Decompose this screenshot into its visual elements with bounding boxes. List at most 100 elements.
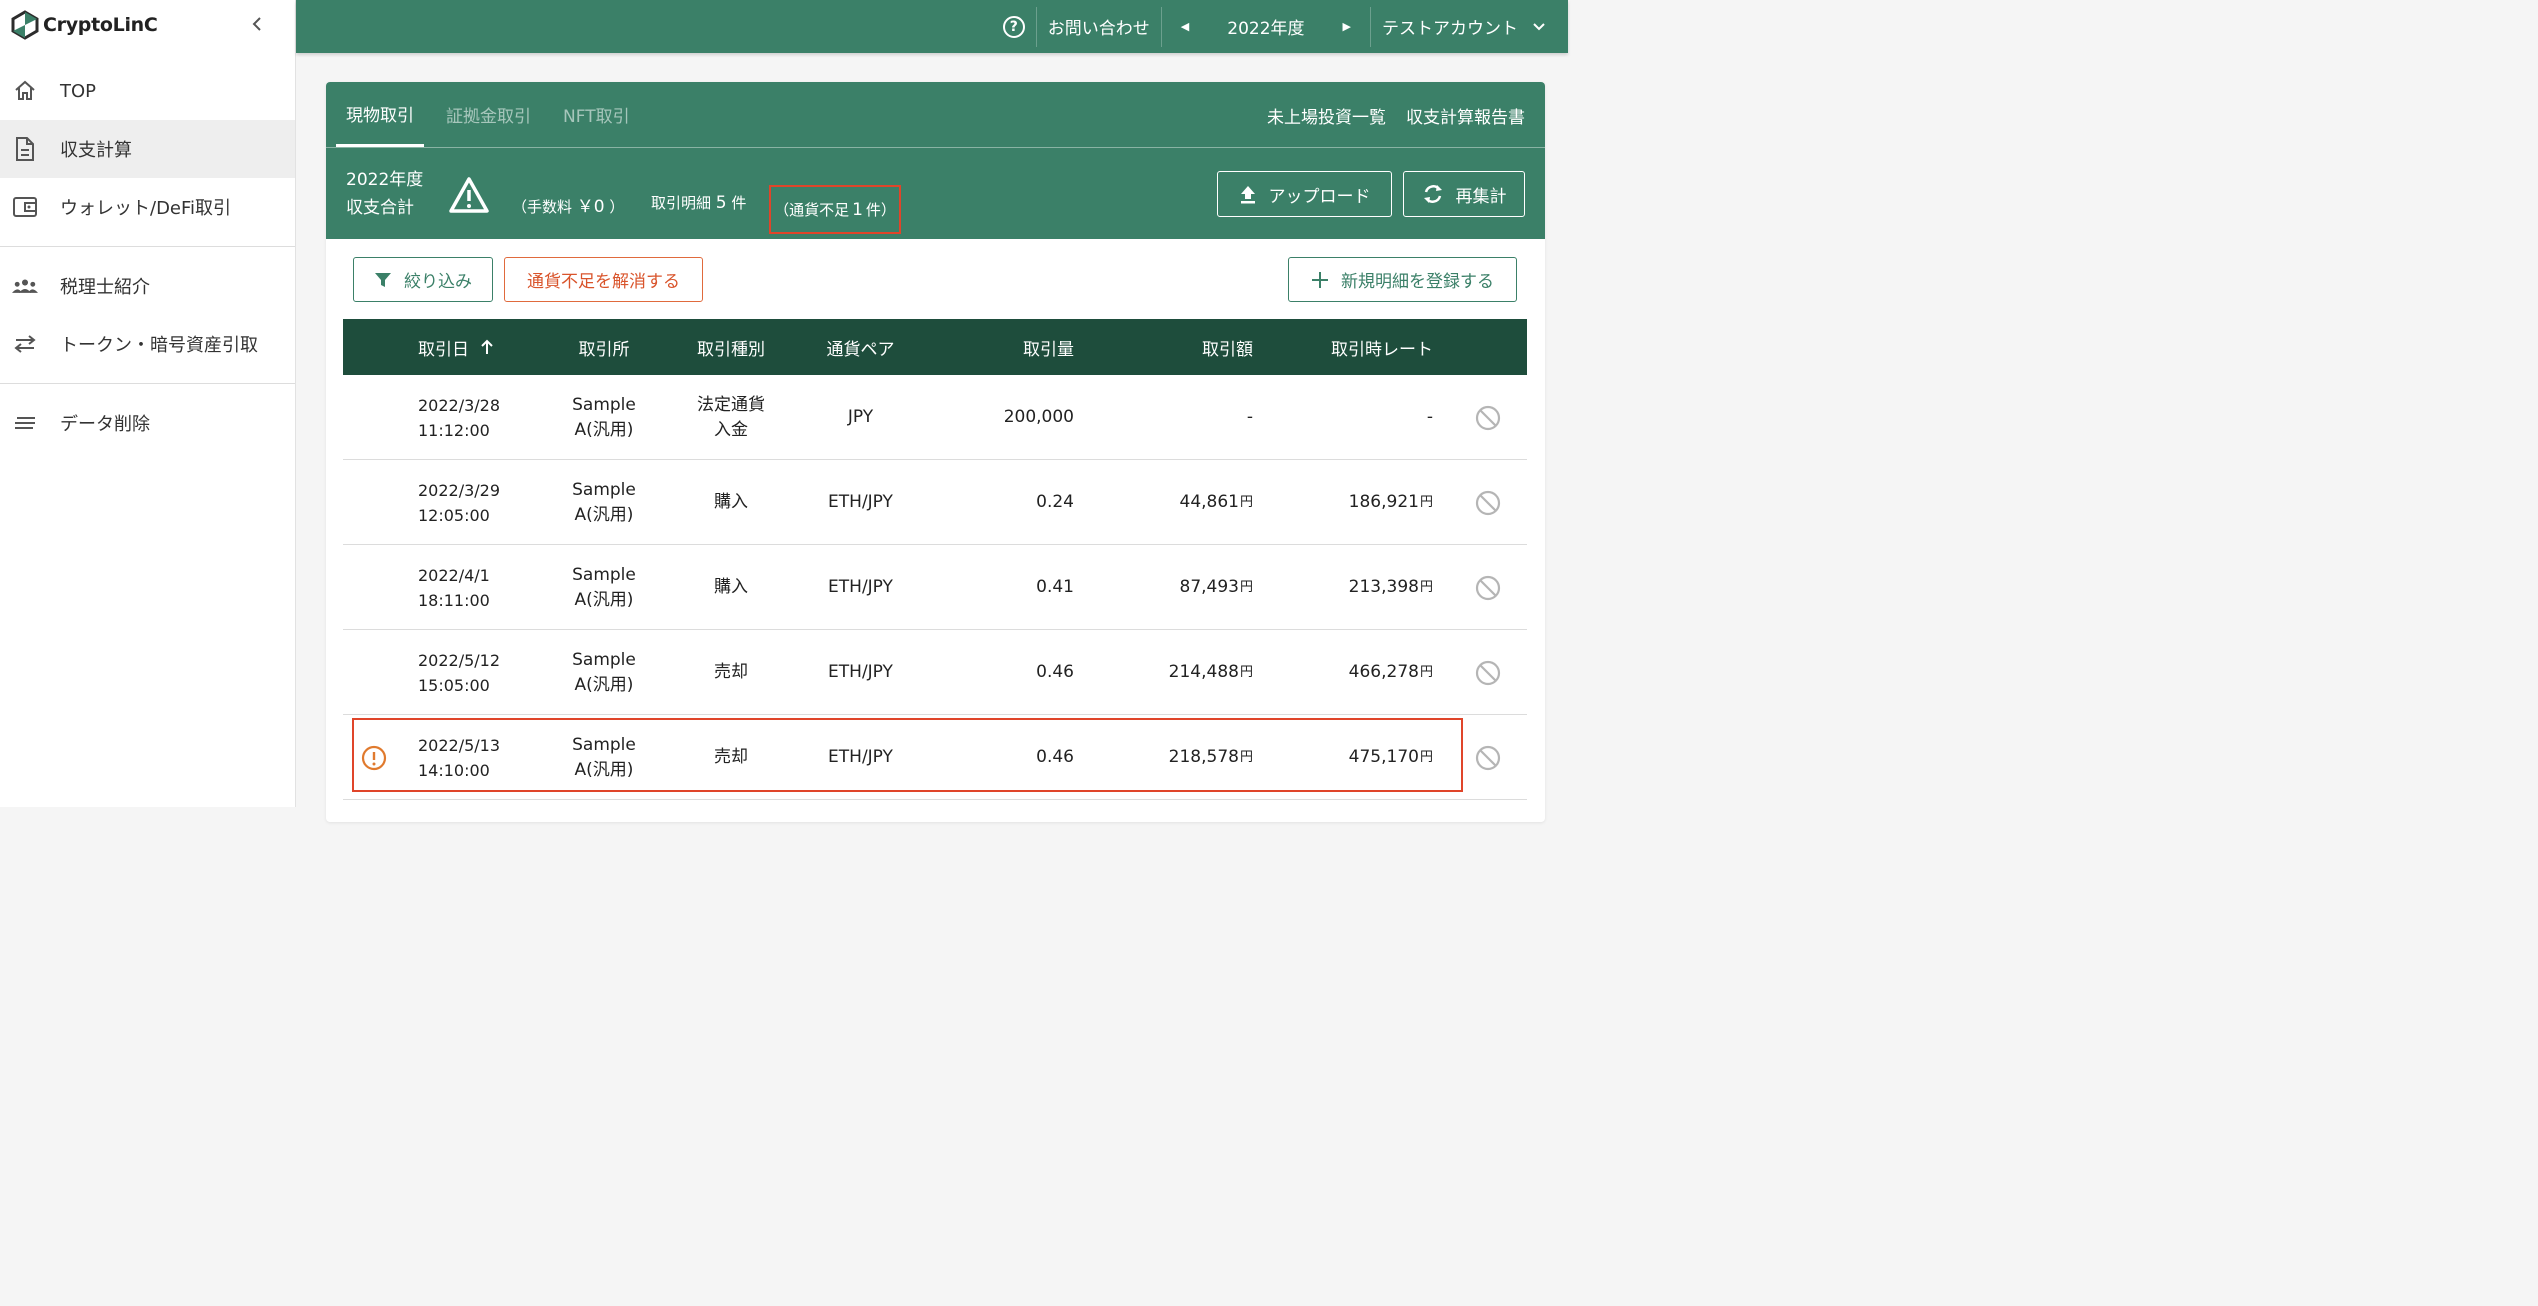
exchange-cell: Sample A(汎用) [572,479,636,525]
pair-cell: ETH/JPY [828,577,893,597]
pair-cell: ETH/JPY [828,492,893,512]
exchange-cell: Sample A(汎用) [572,734,636,780]
value-cell: - [1246,407,1253,427]
prohibited-icon [1475,490,1501,515]
amount-cell: 0.46 [1036,662,1074,682]
table-row[interactable]: 2022/5/12 15:05:00 Sample A(汎用) 売却 ETH/JPY… [343,630,1527,715]
table-row[interactable]: 2022/3/29 12:05:00 Sample A(汎用) 購入 ETH/JPY… [343,460,1527,545]
table-row[interactable]: 2022/3/28 11:12:00 Sample A(汎用) 法定通貨 入金 JPY… [343,375,1527,460]
people-icon [12,273,38,299]
wallet-icon [12,194,38,220]
fee-value: ￥0 [576,197,605,217]
sidebar-item-wallet[interactable]: ウォレット/DeFi取引 [0,178,295,236]
count-label: 取引明細 [651,194,712,212]
sidebar-item-tax-advisor[interactable]: 税理士紹介 [0,257,295,315]
date-cell: 2022/3/29 12:05:00 [418,480,501,525]
table-row[interactable]: 2022/4/1 18:11:00 Sample A(汎用) 購入 ETH/JPY … [343,545,1527,630]
sidebar-item-pl-calc[interactable]: 収支計算 [0,120,295,178]
type-cell: 売却 [714,747,748,767]
unlisted-investments-link[interactable]: 未上場投資一覧 [1267,103,1386,128]
add-transaction-button[interactable]: 新規明細を登録する [1288,257,1517,302]
count-value: 5 [715,193,727,213]
type-cell: 購入 [714,492,748,512]
count-unit: 件 [731,194,747,212]
tab-nft[interactable]: NFT取引 [553,82,640,147]
column-header-rate: 取引時レート [1331,339,1433,360]
tab-margin[interactable]: 証拠金取引 [436,82,541,147]
type-cell: 法定通貨 入金 [697,394,765,440]
sidebar-item-token-takeover[interactable]: トークン・暗号資産引取 [0,315,295,373]
type-cell: 購入 [714,577,748,597]
tab-spot[interactable]: 現物取引 [336,82,424,147]
exclude-button[interactable] [1473,545,1503,630]
transactions-card: 現物取引 証拠金取引 NFT取引 未上場投資一覧 収支計算報告書 2022年度 … [326,82,1545,822]
pair-cell: ETH/JPY [828,747,893,767]
fee-suffix: ） [609,198,625,216]
prohibited-icon [1475,745,1501,770]
sort-arrow-up-icon [481,339,493,354]
exclude-button[interactable] [1473,460,1503,545]
recalculate-button[interactable]: 再集計 [1403,171,1525,217]
amount-cell: 0.46 [1036,747,1074,767]
sidebar-item-label: ウォレット/DeFi取引 [60,198,232,219]
amount-cell: 200,000 [1003,407,1074,427]
value-cell: 87,493 円 [1179,577,1254,597]
prohibited-icon [1475,575,1501,600]
amount-cell: 0.24 [1036,492,1074,512]
contact-label: お問い合わせ [1047,19,1150,39]
value-cell: 214,488 円 [1168,662,1253,682]
column-header-date[interactable]: 取引日 [418,319,495,375]
recalc-label: 再集計 [1455,186,1507,207]
exchange-cell: Sample A(汎用) [572,394,636,440]
resolve-shortage-button[interactable]: 通貨不足を解消する [504,257,703,302]
rate-cell: - [1426,407,1433,427]
tab-bar: 現物取引 証拠金取引 NFT取引 未上場投資一覧 収支計算報告書 [326,82,1545,148]
upload-button[interactable]: アップロード [1217,171,1392,217]
exclude-button[interactable] [1473,375,1503,460]
column-header-type: 取引種別 [697,339,765,360]
sidebar: CryptoLinC TOP 収支計算 ウォレット/DeFi取引 税理士紹介 ト… [0,0,296,807]
sidebar-divider [0,383,295,384]
sidebar-item-data-delete[interactable]: データ削除 [0,394,295,452]
summary-title: 収支合計 [346,198,414,218]
account-menu[interactable]: テストアカウント [1371,0,1568,53]
account-name: テストアカウント [1382,19,1518,39]
caret-left-icon[interactable]: ◀ [1173,20,1197,33]
currency-shortage-badge[interactable]: （通貨不足 1 件） [769,185,901,234]
exchange-cell: Sample A(汎用) [572,649,636,695]
pair-cell: JPY [847,407,874,427]
contact-link[interactable]: ? お問い合わせ [992,0,1161,53]
value-cell: 218,578 円 [1168,747,1253,767]
home-icon [12,78,38,104]
sidebar-item-top[interactable]: TOP [0,62,295,120]
year-label: 2022年度 [1227,19,1305,39]
refresh-icon [1422,183,1444,205]
rate-cell: 186,921 円 [1348,492,1433,512]
resolve-label: 通貨不足を解消する [527,272,680,292]
exclude-button[interactable] [1473,715,1503,800]
sidebar-item-label: トークン・暗号資産引取 [60,335,258,356]
caret-right-icon[interactable]: ▶ [1335,20,1359,33]
help-icon: ? [1002,15,1025,38]
logo-mark-icon [11,10,39,40]
header-label: 取引日 [418,339,469,360]
pl-report-link[interactable]: 収支計算報告書 [1406,103,1525,128]
rate-cell: 213,398 円 [1348,577,1433,597]
shortage-value: 1 [852,199,863,220]
alert-circle-icon [361,745,387,770]
filter-button[interactable]: 絞り込み [353,257,493,302]
transactions-table: 取引日 取引所 取引種別 通貨ペア 取引量 取引額 取引時レート 2022/3/… [343,319,1527,800]
amount-cell: 0.41 [1036,577,1074,597]
column-header-amount: 取引量 [1023,339,1074,360]
column-header-exchange: 取引所 [578,339,630,360]
filter-label: 絞り込み [404,272,472,292]
exclude-button[interactable] [1473,630,1503,715]
collapse-sidebar-button[interactable] [245,12,269,36]
table-header: 取引日 取引所 取引種別 通貨ペア 取引量 取引額 取引時レート [343,319,1527,375]
plus-icon [1311,271,1329,289]
table-row-shortage[interactable]: 2022/5/13 14:10:00 Sample A(汎用) 売却 ETH/JPY… [343,715,1527,800]
warning-triangle-icon [449,177,489,213]
swap-arrows-icon [12,331,38,357]
rate-cell: 466,278 円 [1348,662,1433,682]
logo[interactable]: CryptoLinC [0,0,295,50]
